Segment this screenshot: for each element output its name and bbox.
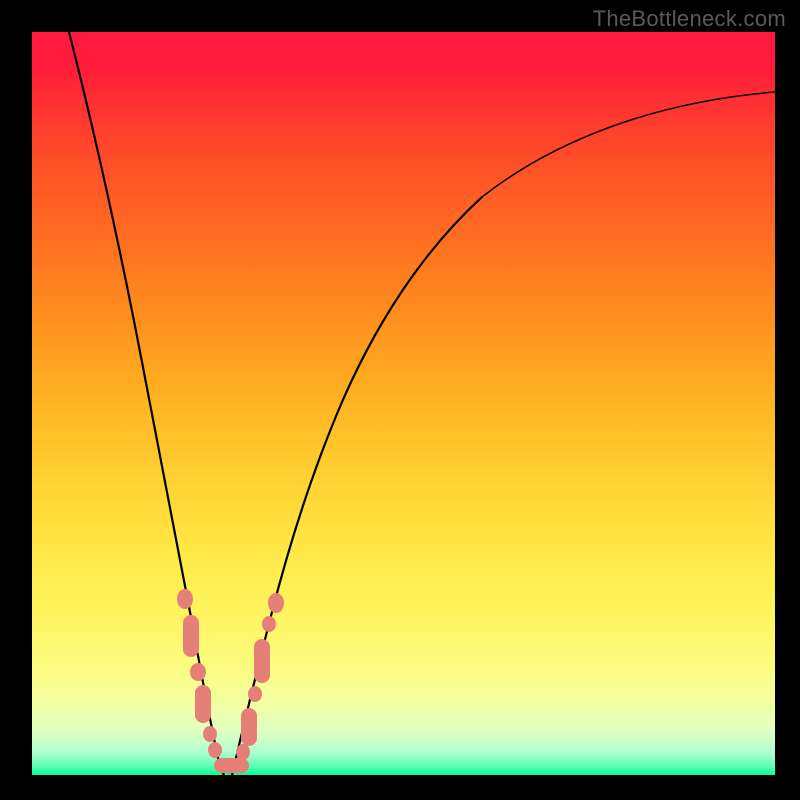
plot-area xyxy=(32,32,775,775)
marker-dot xyxy=(203,726,217,742)
curve-right-far xyxy=(482,92,775,197)
marker-dot xyxy=(190,663,206,681)
marker-pill xyxy=(214,758,249,773)
marker-dot xyxy=(248,686,262,702)
marker-pill xyxy=(183,615,199,657)
curve-right-near xyxy=(232,197,482,775)
marker-dot xyxy=(262,616,276,632)
marker-dot xyxy=(236,744,250,760)
chart-svg xyxy=(32,32,775,775)
marker-dot xyxy=(208,742,222,758)
watermark-text: TheBottleneck.com xyxy=(593,6,786,32)
marker-pill xyxy=(195,685,211,723)
chart-frame: TheBottleneck.com xyxy=(0,0,800,800)
marker-dot xyxy=(268,593,284,613)
markers-right xyxy=(236,593,284,760)
marker-pill xyxy=(241,708,257,746)
marker-pill xyxy=(254,639,270,683)
marker-dot xyxy=(177,589,193,609)
